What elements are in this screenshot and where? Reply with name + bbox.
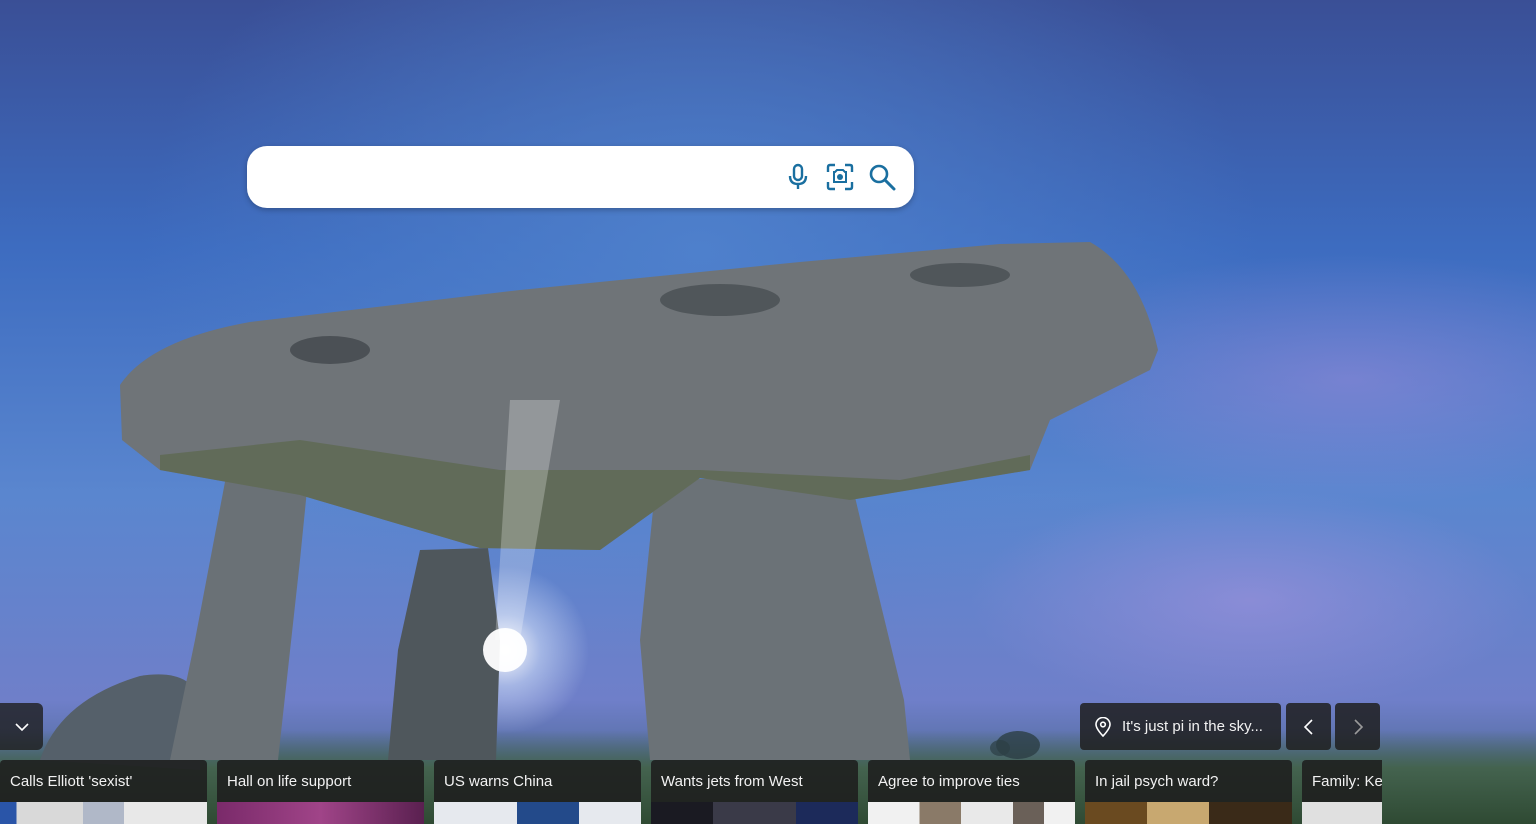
news-carousel: Calls Elliott 'sexist' Hall on life supp… <box>0 760 1382 824</box>
news-title: Family: Ke <box>1312 773 1382 790</box>
search-icon[interactable] <box>866 161 898 193</box>
dolmen-scene <box>40 242 1158 770</box>
next-image-button[interactable] <box>1335 703 1380 750</box>
news-card[interactable]: US warns China <box>434 760 641 824</box>
chevron-left-icon <box>1303 718 1313 735</box>
news-thumbnail <box>0 802 207 824</box>
chevron-right-icon <box>1353 718 1363 735</box>
news-title: Hall on life support <box>227 773 352 790</box>
news-title: Calls Elliott 'sexist' <box>10 773 133 790</box>
visual-search-icon[interactable] <box>824 161 856 193</box>
chevron-down-icon <box>14 722 29 731</box>
news-thumbnail <box>434 802 641 824</box>
news-thumbnail <box>651 802 858 824</box>
previous-image-button[interactable] <box>1286 703 1331 750</box>
search-box <box>247 146 914 208</box>
news-title: In jail psych ward? <box>1095 773 1219 790</box>
news-card[interactable]: Hall on life support <box>217 760 424 824</box>
collapse-news-button[interactable] <box>0 703 43 750</box>
news-thumbnail <box>868 802 1075 824</box>
news-card[interactable]: Wants jets from West <box>651 760 858 824</box>
news-thumbnail <box>1085 802 1292 824</box>
news-card[interactable]: Family: Ke <box>1302 760 1382 824</box>
location-pin-icon <box>1095 716 1111 737</box>
news-title: Agree to improve ties <box>878 773 1020 790</box>
image-caption: It's just pi in the sky... <box>1122 718 1263 735</box>
microphone-icon[interactable] <box>782 161 814 193</box>
news-title: Wants jets from West <box>661 773 803 790</box>
news-thumbnail <box>1302 802 1382 824</box>
search-input[interactable] <box>267 158 771 198</box>
news-thumbnail <box>217 802 424 824</box>
news-title: US warns China <box>444 773 553 790</box>
news-card[interactable]: Calls Elliott 'sexist' <box>0 760 207 824</box>
news-card[interactable]: Agree to improve ties <box>868 760 1075 824</box>
image-info-button[interactable]: It's just pi in the sky... <box>1080 703 1281 750</box>
news-card[interactable]: In jail psych ward? <box>1085 760 1292 824</box>
